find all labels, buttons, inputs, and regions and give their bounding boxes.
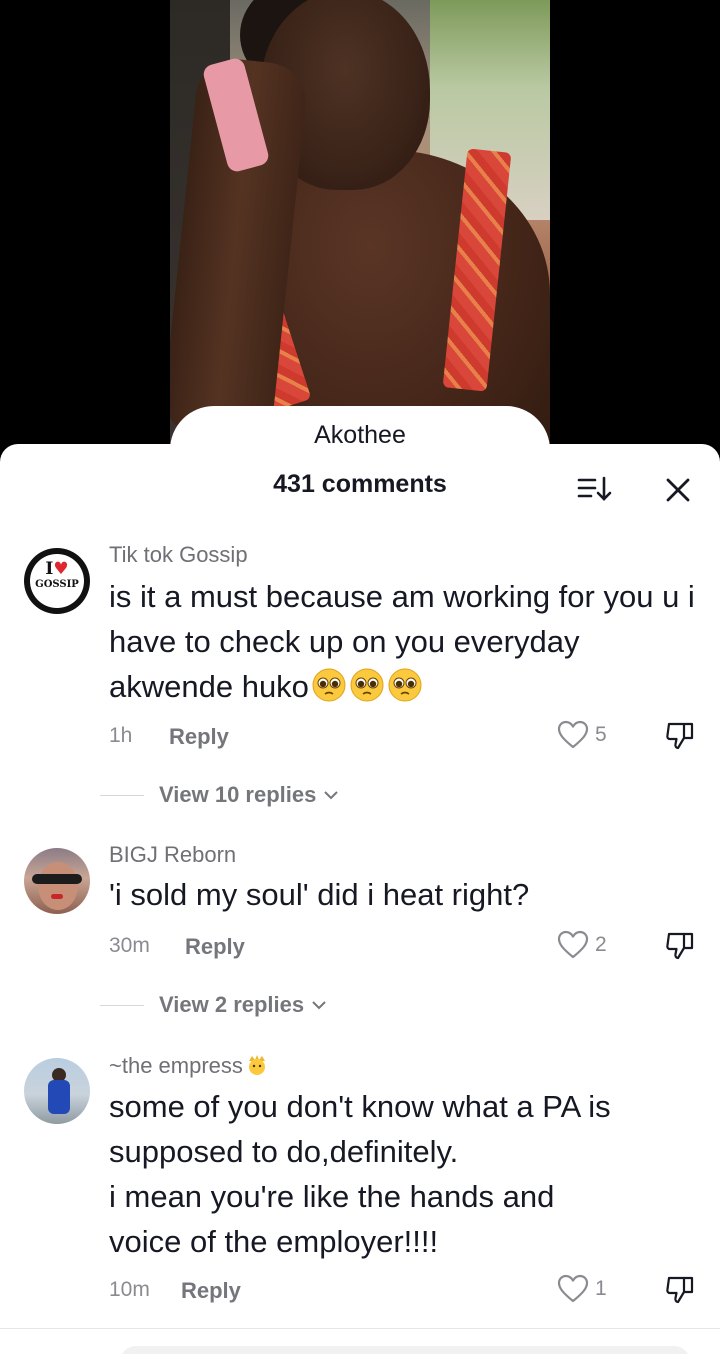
heart-icon: ♥	[53, 559, 69, 579]
add-comment-input[interactable]	[120, 1346, 690, 1354]
avatar[interactable]	[24, 1058, 90, 1124]
comment-text: 'i sold my soul' did i heat right?	[109, 877, 530, 912]
reply-button[interactable]: Reply	[181, 1278, 241, 1304]
like-button[interactable]: 5	[557, 720, 607, 750]
comment-username-text: ~the empress	[109, 1053, 243, 1078]
comment-text-line: voice of the employer!!!!	[109, 1224, 439, 1259]
comment-text: some of you don't know what a PA is supp…	[109, 1084, 699, 1264]
like-count: 2	[595, 933, 607, 956]
like-count: 5	[595, 723, 607, 746]
comment-text-line: i mean you're like the hands and	[109, 1179, 555, 1214]
comment-text: is it a must because am working for you …	[109, 574, 699, 709]
comment-username[interactable]: Tik tok Gossip	[109, 542, 248, 568]
close-icon[interactable]	[662, 474, 694, 506]
avatar[interactable]	[24, 848, 90, 914]
like-count: 1	[595, 1277, 607, 1300]
dislike-icon[interactable]	[664, 1275, 696, 1305]
view-replies-button[interactable]: View 2 replies	[100, 992, 328, 1018]
like-button[interactable]: 2	[557, 930, 607, 960]
comments-sheet: 431 comments I♥ GOSSIP Tik tok Gossip is…	[0, 444, 720, 1354]
heart-icon	[557, 720, 589, 749]
chevron-down-icon	[312, 1001, 326, 1010]
sort-icon[interactable]	[576, 474, 612, 504]
heart-icon	[557, 1274, 589, 1303]
divider-line	[100, 1004, 144, 1006]
heart-icon	[557, 930, 589, 959]
avatar[interactable]: I♥ GOSSIP	[24, 548, 90, 614]
avatar-text: GOSSIP	[35, 579, 79, 590]
comment-text-line: some of you don't know what a PA is	[109, 1089, 611, 1124]
comment-text-line: supposed to do,definitely.	[109, 1134, 459, 1169]
reply-button[interactable]: Reply	[169, 724, 229, 750]
comment-time: 10m	[109, 1278, 150, 1301]
like-button[interactable]: 1	[557, 1274, 607, 1304]
video-preview[interactable]: Akothee	[170, 0, 550, 450]
pleading-face-emoji-icon	[350, 668, 384, 702]
comment-time: 1h	[109, 724, 133, 747]
comments-header: 431 comments	[0, 444, 720, 528]
chevron-down-icon	[324, 791, 339, 800]
divider-line	[100, 794, 144, 796]
sunglasses-icon	[32, 874, 82, 884]
view-replies-button[interactable]: View 10 replies	[100, 782, 340, 808]
princess-emoji-icon	[248, 1055, 265, 1075]
lips	[51, 894, 63, 899]
divider-line	[0, 1328, 720, 1329]
avatar-face	[38, 862, 78, 910]
pleading-face-emoji-icon	[388, 668, 422, 702]
reply-button[interactable]: Reply	[185, 934, 245, 960]
avatar-figure-body	[48, 1080, 70, 1114]
comment-username[interactable]: ~the empress	[109, 1052, 269, 1079]
view-replies-label: View 10 replies	[159, 782, 317, 807]
pleading-face-emoji-icon	[312, 668, 346, 702]
dislike-icon[interactable]	[664, 931, 696, 961]
comment-username[interactable]: BIGJ Reborn	[109, 842, 236, 868]
comment-time: 30m	[109, 934, 150, 957]
dislike-icon[interactable]	[664, 721, 696, 751]
comment-count: 431 comments	[273, 470, 447, 498]
view-replies-label: View 2 replies	[159, 992, 305, 1017]
